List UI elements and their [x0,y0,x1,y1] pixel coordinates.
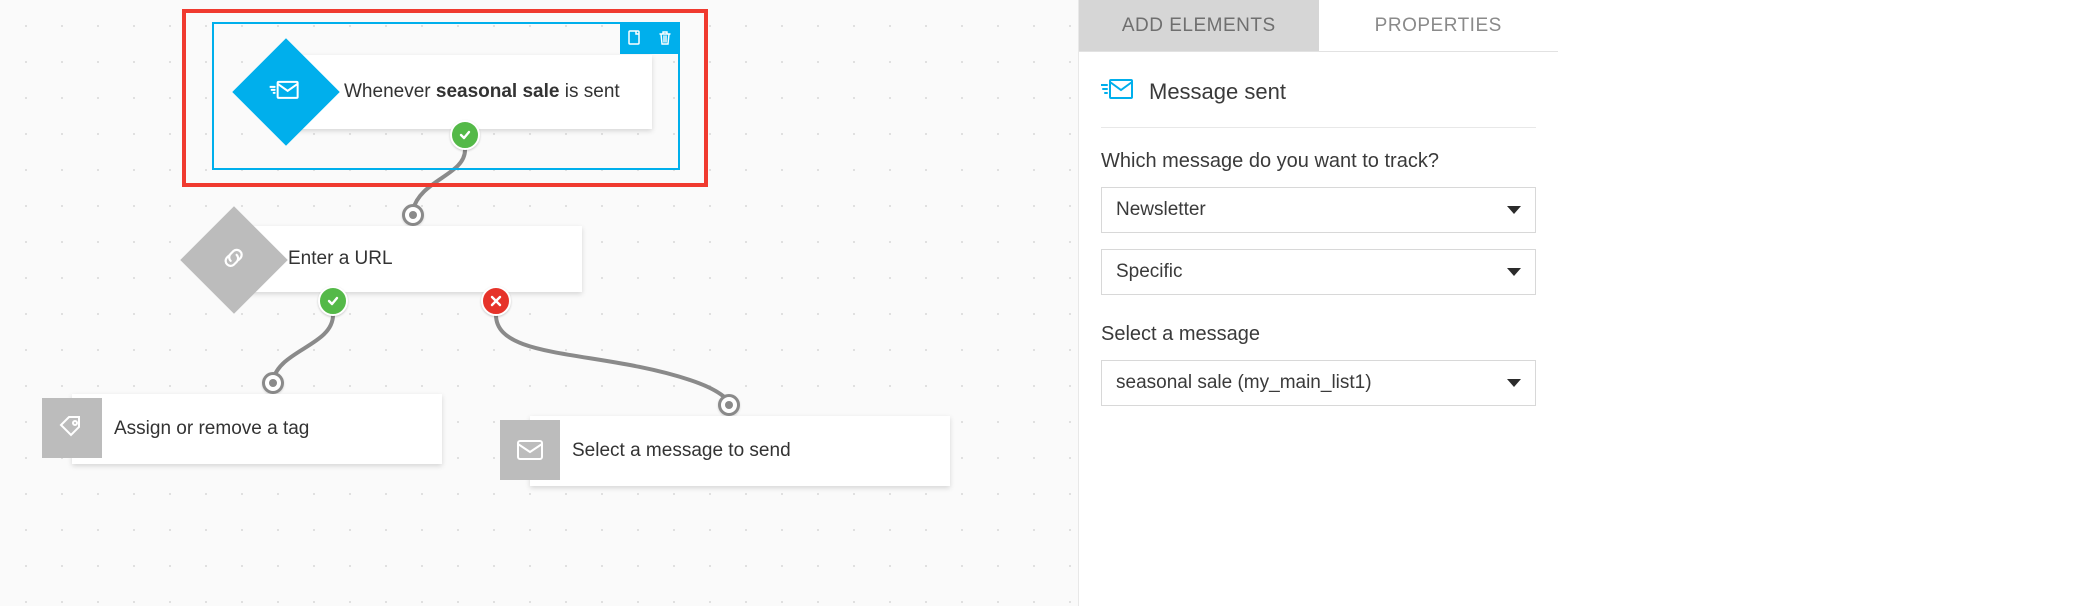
select-message-label: Select a message [1101,323,1536,346]
section-header: Message sent [1101,76,1536,128]
send-node-label: Select a message to send [572,440,791,462]
tab-properties[interactable]: PROPERTIES [1319,0,1559,51]
tag-node-label: Assign or remove a tag [114,418,309,440]
input-port[interactable] [718,394,740,416]
message-scope-value: Specific [1116,261,1183,283]
node-toolbar [620,22,680,54]
trigger-node[interactable]: Whenever seasonal sale is sent [292,55,652,129]
send-node[interactable]: Select a message to send [530,416,950,486]
url-node-label: Enter a URL [288,248,393,270]
tab-add-elements[interactable]: ADD ELEMENTS [1079,0,1319,51]
workflow-canvas[interactable]: Whenever seasonal sale is sent Enter a U… [0,0,1078,606]
fail-port[interactable] [481,286,511,316]
message-select[interactable]: seasonal sale (my_main_list1) [1101,360,1536,406]
side-panel: ADD ELEMENTS PROPERTIES Message sent Whi… [1078,0,2078,606]
input-port[interactable] [262,372,284,394]
tag-node[interactable]: Assign or remove a tag [72,394,442,464]
link-icon [180,206,287,313]
tag-icon [42,398,102,458]
panel-tabs: ADD ELEMENTS PROPERTIES [1079,0,1558,52]
chevron-down-icon [1507,268,1521,276]
message-select-value: seasonal sale (my_main_list1) [1116,372,1372,394]
message-type-value: Newsletter [1116,199,1206,221]
chevron-down-icon [1507,379,1521,387]
track-message-label: Which message do you want to track? [1101,150,1536,173]
section-title: Message sent [1149,79,1286,105]
message-sent-icon [1101,76,1135,107]
success-port[interactable] [450,120,480,150]
chevron-down-icon [1507,206,1521,214]
url-node[interactable]: Enter a URL [242,226,582,292]
trigger-node-label: Whenever seasonal sale is sent [344,81,620,103]
mail-icon [500,420,560,480]
delete-button[interactable] [650,22,680,54]
success-port[interactable] [318,286,348,316]
input-port[interactable] [402,204,424,226]
duplicate-button[interactable] [620,22,650,54]
message-type-select[interactable]: Newsletter [1101,187,1536,233]
message-scope-select[interactable]: Specific [1101,249,1536,295]
